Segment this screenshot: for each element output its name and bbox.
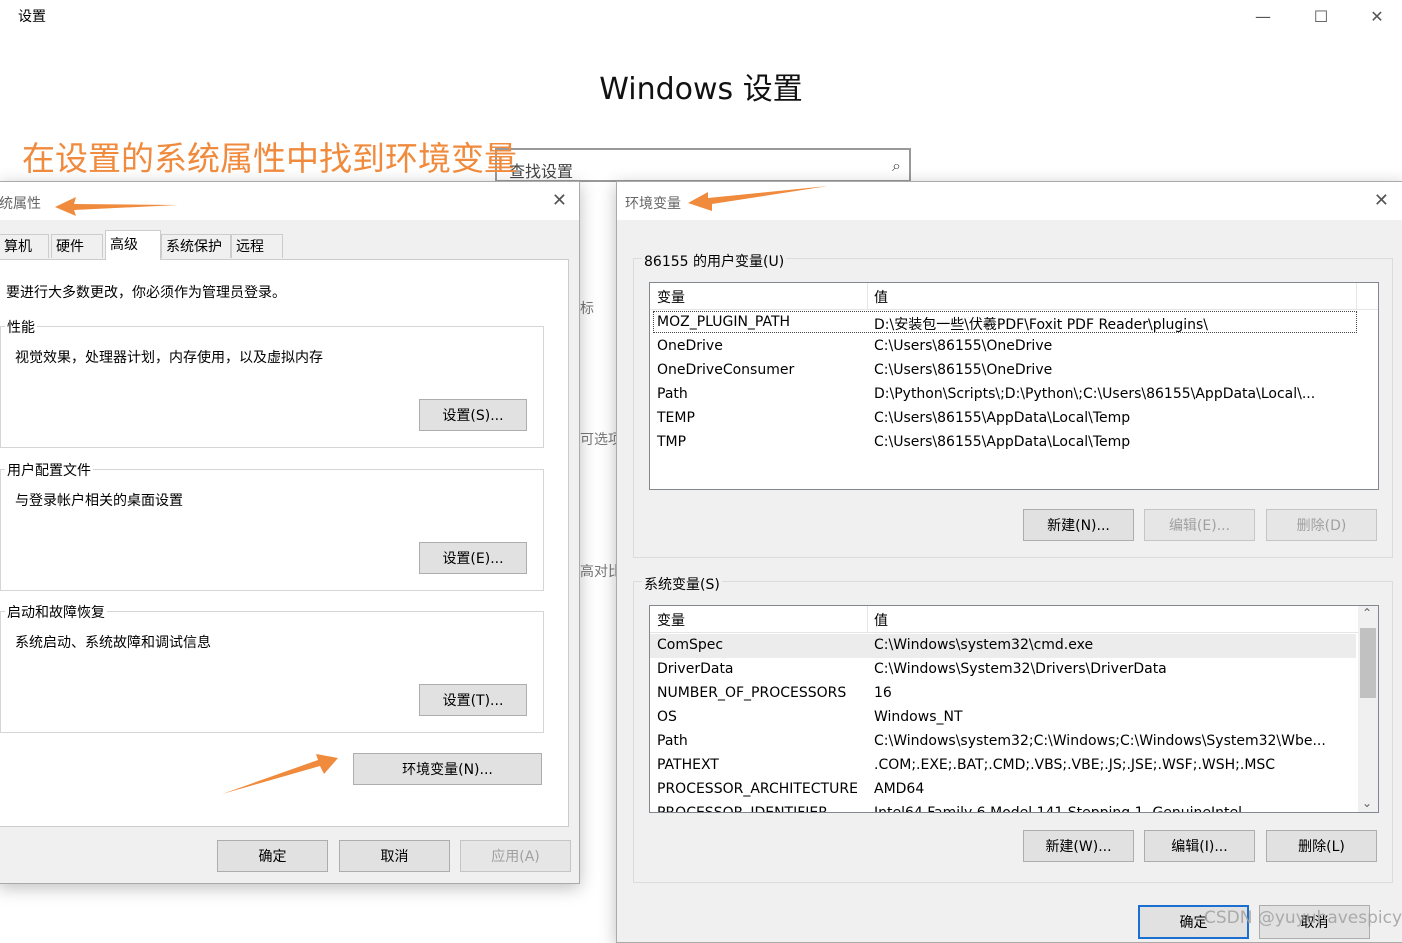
arrow-to-environment-variables — [688, 186, 828, 211]
arrow-to-system-properties — [55, 197, 178, 216]
tab-advanced[interactable]: 高级 — [105, 230, 161, 260]
arrow-to-env-button — [222, 754, 338, 794]
annotation-arrows — [55, 186, 828, 794]
watermark: CSDN @yuyuhavespicy — [1204, 908, 1402, 928]
